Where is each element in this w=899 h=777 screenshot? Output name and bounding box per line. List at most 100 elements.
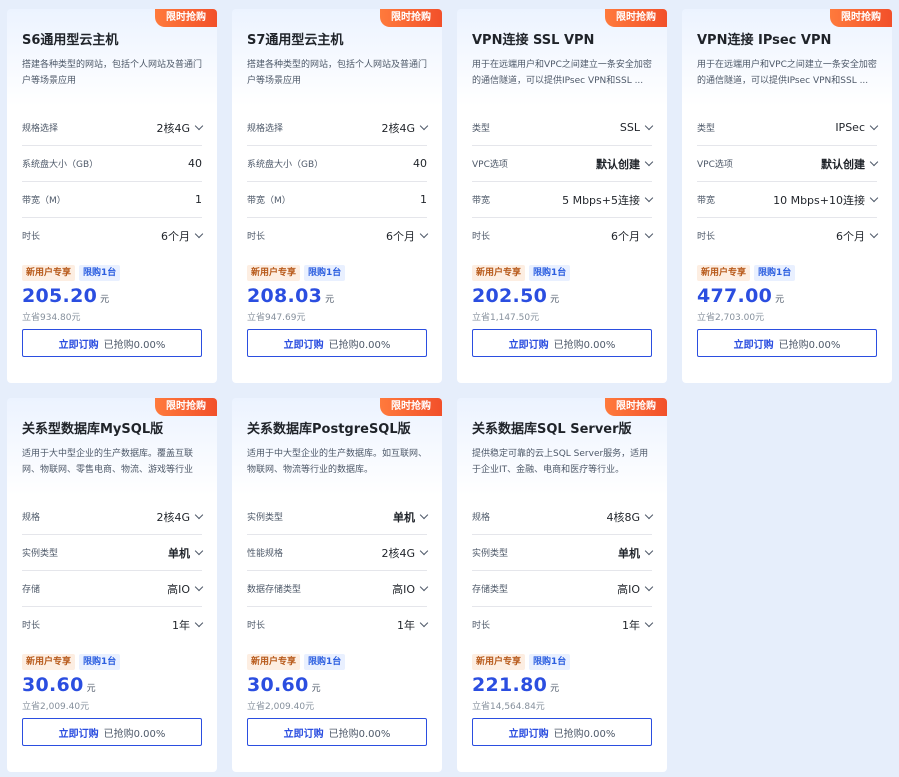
- spec-dropdown[interactable]: 单机: [618, 545, 654, 561]
- product-card: 限时抢购 VPN连接 SSL VPN 用于在远端用户和VPC之间建立一条安全加密…: [457, 9, 667, 383]
- chevron-down-icon: [644, 229, 654, 238]
- spec-value-text: 2核4G: [156, 121, 190, 135]
- spec-dropdown[interactable]: 4核8G: [606, 509, 654, 525]
- spec-dropdown[interactable]: 6个月: [386, 228, 429, 244]
- spec-dropdown[interactable]: 高IO: [617, 581, 654, 597]
- spec-row: 时长 6个月: [472, 218, 654, 253]
- buy-now-button[interactable]: 立即订购 已抢购0.00%: [247, 718, 427, 746]
- new-user-tag: 新用户专享: [472, 265, 526, 281]
- spec-label: VPC选项: [472, 160, 508, 170]
- product-title: 关系型数据库MySQL版: [22, 422, 164, 437]
- price: 208.03 元: [247, 285, 427, 311]
- spec-dropdown[interactable]: SSL: [620, 121, 654, 134]
- spec-dropdown[interactable]: 6个月: [611, 228, 654, 244]
- price: 205.20 元: [22, 285, 202, 311]
- buy-now-button[interactable]: 立即订购 已抢购0.00%: [472, 718, 652, 746]
- spec-value-text: 4核8G: [606, 510, 640, 524]
- buy-now-button[interactable]: 立即订购 已抢购0.00%: [472, 329, 652, 357]
- spec-value-text: 6个月: [386, 229, 415, 243]
- spec-dropdown[interactable]: 单机: [168, 545, 204, 561]
- spec-dropdown[interactable]: 高IO: [167, 581, 204, 597]
- sold-percentage: 已抢购0.00%: [103, 728, 166, 740]
- spec-label: 存储: [22, 585, 41, 595]
- buy-now-button[interactable]: 立即订购 已抢购0.00%: [22, 718, 202, 746]
- tag-row: 新用户专享 限购1台: [697, 265, 877, 281]
- spec-row: 带宽 10 Mbps+10连接: [697, 182, 879, 218]
- spec-row: 实例类型 单机: [22, 535, 204, 571]
- tag-row: 新用户专享 限购1台: [22, 654, 202, 670]
- spec-dropdown[interactable]: 1年: [397, 617, 429, 633]
- product-card: 限时抢购 S6通用型云主机 搭建各种类型的网站，包括个人网站及普通门户等场景应用…: [7, 9, 217, 383]
- spec-dropdown[interactable]: 6个月: [836, 228, 879, 244]
- price-value: 202.50: [472, 285, 548, 307]
- price-unit: 元: [100, 295, 110, 305]
- buy-now-button[interactable]: 立即订购 已抢购0.00%: [22, 329, 202, 357]
- buy-now-label: 立即订购: [508, 339, 549, 351]
- product-description: 用于在远端用户和VPC之间建立一条安全加密的通信隧道，可以提供IPsec VPN…: [472, 60, 652, 86]
- spec-label: 带宽（M）: [22, 196, 66, 206]
- spec-label: 带宽: [472, 196, 491, 206]
- spec-value-text: 默认创建: [596, 157, 640, 171]
- buy-now-button[interactable]: 立即订购 已抢购0.00%: [697, 329, 877, 357]
- spec-dropdown[interactable]: 2核4G: [156, 120, 204, 136]
- spec-value-text: 高IO: [167, 582, 190, 596]
- spec-dropdown[interactable]: 1年: [172, 617, 204, 633]
- spec-value-text: 单机: [168, 546, 190, 560]
- spec-list: 实例类型 单机 性能规格 2核4G 数据存储类型 高IO 时长 1年: [247, 499, 429, 642]
- purchase-limit-tag: 限购1台: [304, 265, 346, 281]
- spec-list: 规格选择 2核4G 系统盘大小（GB） 40 带宽（M） 1 时长 6个月: [22, 110, 204, 253]
- spec-label: 规格选择: [22, 124, 59, 134]
- product-description: 搭建各种类型的网站，包括个人网站及普通门户等场景应用: [22, 60, 202, 86]
- spec-row: 存储 高IO: [22, 571, 204, 607]
- tag-row: 新用户专享 限购1台: [247, 265, 427, 281]
- spec-row: 带宽（M） 1: [247, 182, 427, 218]
- spec-dropdown[interactable]: 5 Mbps+5连接: [562, 192, 654, 208]
- spec-value-text: 6个月: [836, 229, 865, 243]
- spec-dropdown[interactable]: 单机: [393, 509, 429, 525]
- spec-dropdown[interactable]: 高IO: [392, 581, 429, 597]
- buy-now-label: 立即订购: [283, 339, 324, 351]
- chevron-down-icon: [194, 546, 204, 555]
- spec-label: 实例类型: [247, 513, 284, 523]
- spec-dropdown[interactable]: 2核4G: [381, 545, 429, 561]
- product-description: 适用于大中型企业的生产数据库。覆盖互联网、物联网、零售电商、物流、游戏等行业: [22, 449, 194, 475]
- promo-badge: 限时抢购: [830, 9, 892, 27]
- promo-badge: 限时抢购: [155, 9, 217, 27]
- buy-now-label: 立即订购: [508, 728, 549, 740]
- buy-now-button[interactable]: 立即订购 已抢购0.00%: [247, 329, 427, 357]
- product-grid: 限时抢购 S6通用型云主机 搭建各种类型的网站，包括个人网站及普通门户等场景应用…: [7, 9, 892, 772]
- savings-text: 立省2,703.00元: [697, 313, 765, 323]
- tag-row: 新用户专享 限购1台: [247, 654, 427, 670]
- chevron-down-icon: [644, 193, 654, 202]
- spec-value-text: 1: [195, 193, 202, 206]
- spec-value-text: 单机: [618, 546, 640, 560]
- product-card: 限时抢购 VPN连接 IPsec VPN 用于在远端用户和VPC之间建立一条安全…: [682, 9, 892, 383]
- spec-value-text: 单机: [393, 510, 415, 524]
- spec-dropdown[interactable]: 10 Mbps+10连接: [773, 192, 879, 208]
- spec-dropdown[interactable]: 默认创建: [596, 156, 654, 172]
- spec-dropdown[interactable]: 1年: [622, 617, 654, 633]
- spec-value-text: 5 Mbps+5连接: [562, 193, 640, 207]
- spec-dropdown[interactable]: 默认创建: [821, 156, 879, 172]
- buy-now-label: 立即订购: [283, 728, 324, 740]
- spec-list: 规格 2核4G 实例类型 单机 存储 高IO 时长 1年: [22, 499, 204, 642]
- spec-value: 1: [420, 193, 427, 206]
- spec-dropdown[interactable]: 2核4G: [156, 509, 204, 525]
- spec-row: 规格 2核4G: [22, 499, 204, 535]
- product-title: S6通用型云主机: [22, 33, 119, 48]
- spec-row: 实例类型 单机: [247, 499, 429, 535]
- spec-value-text: 高IO: [392, 582, 415, 596]
- promo-badge: 限时抢购: [380, 9, 442, 27]
- spec-dropdown[interactable]: 6个月: [161, 228, 204, 244]
- spec-label: 带宽: [697, 196, 716, 206]
- spec-row: 时长 6个月: [697, 218, 879, 253]
- spec-dropdown[interactable]: 2核4G: [381, 120, 429, 136]
- sold-percentage: 已抢购0.00%: [328, 339, 391, 351]
- chevron-down-icon: [194, 510, 204, 519]
- savings-text: 立省934.80元: [22, 313, 81, 323]
- spec-label: 时长: [22, 232, 41, 242]
- spec-dropdown[interactable]: IPSec: [835, 121, 879, 134]
- price-unit: 元: [550, 295, 560, 305]
- spec-value-text: IPSec: [835, 121, 865, 134]
- savings-text: 立省1,147.50元: [472, 313, 540, 323]
